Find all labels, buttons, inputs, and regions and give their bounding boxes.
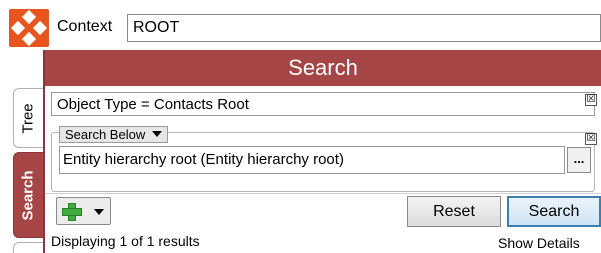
- tab-next[interactable]: [13, 242, 43, 253]
- browse-button[interactable]: ...: [567, 147, 591, 173]
- divider: [45, 193, 601, 194]
- chevron-down-icon: [94, 209, 104, 215]
- add-criteria-button[interactable]: [56, 197, 111, 225]
- search-button[interactable]: Search: [507, 196, 601, 227]
- tab-tree[interactable]: Tree: [13, 88, 43, 148]
- app-logo-icon: [9, 9, 49, 47]
- tab-search[interactable]: Search: [13, 152, 43, 238]
- chevron-down-icon: [152, 131, 163, 137]
- scope-dropdown[interactable]: Search Below: [59, 126, 169, 143]
- close-icon[interactable]: ☒: [585, 94, 597, 106]
- context-label: Context: [57, 18, 113, 35]
- tab-tree-label: Tree: [20, 102, 38, 134]
- entity-value: Entity hierarchy root (Entity hierarchy …: [63, 151, 344, 168]
- close-icon[interactable]: ☒: [585, 133, 597, 145]
- tab-search-label: Search: [20, 169, 38, 221]
- entity-field[interactable]: Entity hierarchy root (Entity hierarchy …: [59, 146, 565, 174]
- results-status: Displaying 1 of 1 results: [51, 233, 200, 249]
- scope-dropdown-label: Search Below: [65, 127, 146, 142]
- object-type-filter-text: Object Type = Contacts Root: [57, 96, 249, 113]
- context-field[interactable]: ROOT: [127, 14, 601, 42]
- object-type-filter[interactable]: Object Type = Contacts Root: [51, 92, 595, 116]
- reset-button[interactable]: Reset: [407, 196, 501, 227]
- search-panel: Search Object Type = Contacts Root ☒ ☒ S…: [43, 50, 601, 253]
- panel-title: Search: [45, 50, 601, 86]
- context-value: ROOT: [133, 19, 180, 36]
- show-details-link[interactable]: Show Details: [498, 235, 580, 251]
